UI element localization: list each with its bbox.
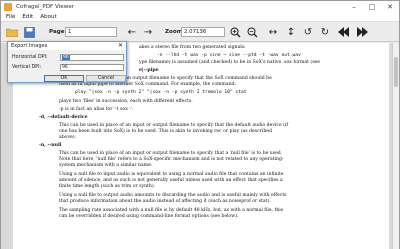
maximize-icon[interactable]: □: [363, 1, 381, 13]
page-input[interactable]: 1: [65, 27, 117, 37]
save-button[interactable]: [22, 25, 36, 39]
horizontal-dpi-input[interactable]: 96: [60, 54, 124, 61]
dialog-title: Export Images: [11, 43, 48, 49]
doc-line: that produce information about the audio…: [59, 199, 271, 204]
doc-line: amount of silence, and as such is not ge…: [59, 178, 283, 183]
up-down-arrow-icon: ↕: [286, 26, 296, 38]
horizontal-dpi-value: 96: [62, 55, 70, 60]
first-page-icon: [338, 27, 349, 37]
zoom-in-button[interactable]: [228, 25, 242, 39]
menu-about[interactable]: About: [40, 14, 57, 20]
doc-line: one has been built into SoX) is to be us…: [59, 129, 272, 134]
doc-heading: -d, --default-device: [39, 115, 88, 120]
doc-line: This can be used in place of an input or…: [59, 151, 283, 156]
zoom-out-icon: [247, 27, 257, 37]
doc-line: Using a null file to output audio amount…: [59, 193, 287, 198]
doc-heading: e|--pipe: [139, 68, 159, 73]
vertical-dpi-input[interactable]: 96: [60, 64, 124, 71]
doc-line: Using a null file to input audio is equi…: [59, 172, 284, 177]
window-title: Cofragel_PDF Viewer: [16, 4, 75, 10]
doc-line: akes a stereo file from two generated si…: [139, 45, 246, 50]
toolbar: Page 1 ← → Zoom 2.07136 ↔ ↕ ↺ ↻: [1, 22, 399, 42]
folder-icon: [6, 28, 18, 37]
doc-line: plays two 'files' in succession, each wi…: [59, 99, 193, 104]
page-label: Page: [49, 29, 65, 35]
prev-page-button[interactable]: ←: [125, 25, 139, 39]
doc-line: -p is in fact an alias for '-t sox -'.: [59, 107, 134, 112]
left-right-arrow-icon: ↔: [268, 26, 278, 38]
rotate-right-icon: ↻: [320, 26, 330, 38]
doc-heading: -n, --null: [39, 143, 62, 148]
doc-code-line: -n --lhd -t wav -p sine ~ sine --ptd -t …: [157, 53, 301, 58]
arrow-left-icon: ←: [127, 26, 137, 38]
zoom-input[interactable]: 2.07136: [181, 27, 225, 37]
rotate-left-icon: ↺: [303, 26, 313, 38]
dialog-close-icon[interactable]: ✕: [118, 42, 123, 49]
title-bar: Cofragel_PDF Viewer – □ ✕: [1, 1, 399, 13]
zoom-out-button[interactable]: [245, 25, 259, 39]
vertical-dpi-label: Vertical DPI:: [12, 65, 42, 70]
doc-line: above).: [59, 135, 77, 140]
first-page-button[interactable]: [337, 25, 351, 39]
fit-height-button[interactable]: ↕: [284, 25, 298, 39]
rotate-right-button[interactable]: ↻: [318, 25, 332, 39]
doc-line: Note that here, 'null file' refers to a …: [59, 157, 284, 162]
horizontal-dpi-label: Horizontal DPI:: [12, 55, 48, 60]
scrollbar-thumb[interactable]: [394, 57, 398, 87]
open-folder-button[interactable]: [5, 25, 19, 39]
arrow-right-icon: →: [143, 26, 153, 38]
save-icon: [23, 26, 35, 38]
app-window: Cofragel_PDF Viewer – □ ✕ File Edit Abou…: [0, 0, 400, 249]
export-images-dialog: Export Images ✕ Horizontal DPI: 96 Verti…: [7, 41, 127, 83]
next-page-button[interactable]: →: [141, 25, 155, 39]
close-icon[interactable]: ✕: [381, 1, 399, 13]
doc-line: finite time length (such as trim or synt…: [59, 184, 156, 189]
zoom-label: Zoom: [165, 29, 183, 35]
doc-code-line: play "|sox -n -p synth 2" "|sox -n -p sy…: [75, 90, 247, 95]
cancel-button[interactable]: Cancel: [86, 75, 126, 82]
fit-width-button[interactable]: ↔: [266, 25, 280, 39]
minimize-icon[interactable]: –: [345, 1, 363, 13]
ok-button[interactable]: OK: [44, 75, 84, 82]
menu-file[interactable]: File: [6, 14, 15, 20]
zoom-in-icon: [230, 27, 240, 37]
doc-line: system mechanism with a similar name.: [59, 163, 153, 168]
last-page-button[interactable]: [355, 25, 369, 39]
vertical-scrollbar[interactable]: [392, 43, 399, 249]
doc-line: ype filename) is assumed (and checked) t…: [139, 60, 320, 65]
doc-line: The sampling rate associated with a null…: [59, 208, 284, 213]
last-page-icon: [357, 27, 368, 37]
doc-line: can be overridden if desired using comma…: [59, 214, 239, 219]
menu-bar: File Edit About: [1, 13, 399, 22]
rotate-left-button[interactable]: ↺: [301, 25, 315, 39]
doc-line: This can be used in place of an input or…: [59, 123, 289, 128]
menu-edit[interactable]: Edit: [22, 14, 33, 20]
app-logo-icon: [4, 3, 12, 11]
dialog-title-bar: Export Images ✕: [8, 42, 126, 50]
